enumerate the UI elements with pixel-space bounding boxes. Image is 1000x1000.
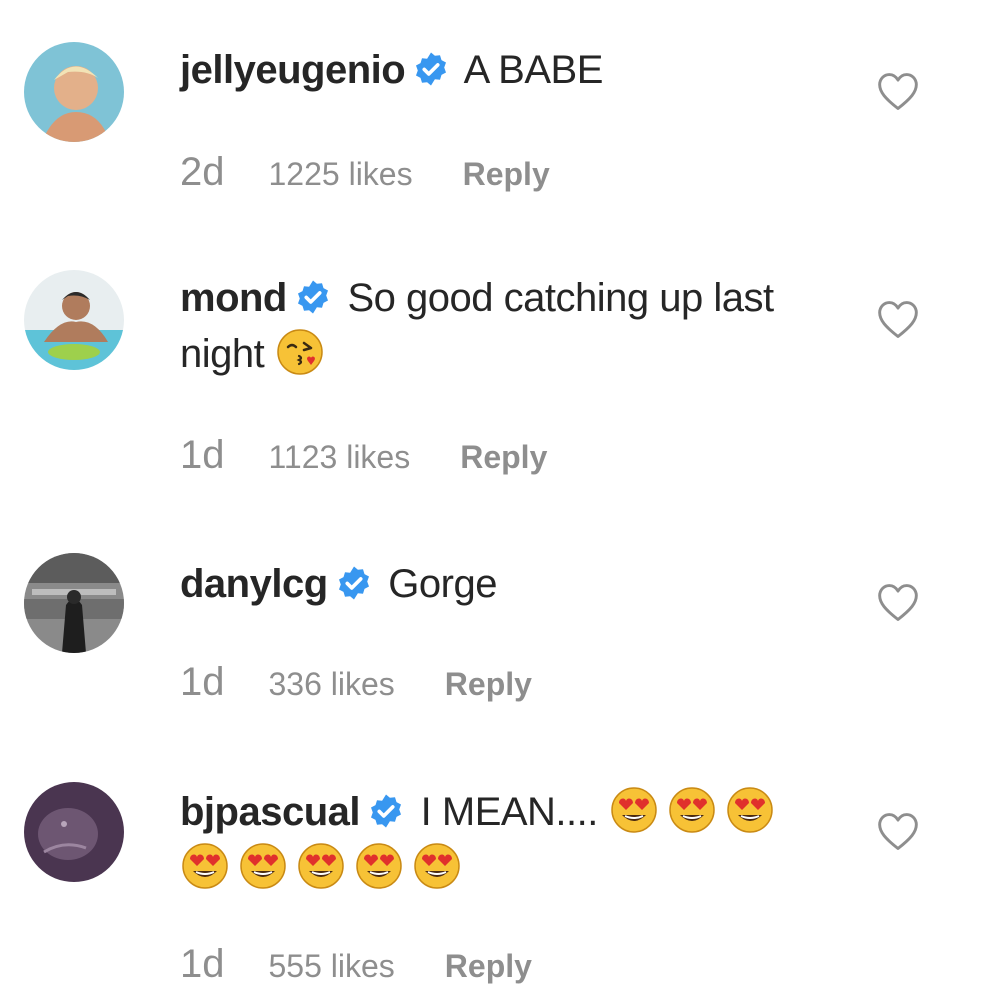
comment-text: Gorge [388, 562, 497, 606]
comment-likes[interactable]: 555 likes [269, 948, 395, 984]
heart-eyes-emoji [609, 785, 659, 835]
avatar[interactable] [24, 553, 124, 653]
comment-meta: 1d 336 likes Reply [180, 660, 532, 705]
reply-button[interactable]: Reply [445, 666, 532, 702]
comment-time[interactable]: 1d [180, 433, 225, 477]
heart-eyes-emoji [296, 841, 346, 891]
verified-badge-icon [413, 51, 449, 87]
avatar[interactable] [24, 42, 124, 142]
avatar-image [24, 270, 124, 370]
heart-eyes-emoji [354, 841, 404, 891]
verified-badge-icon [368, 793, 404, 829]
heart-outline-icon[interactable] [876, 298, 920, 342]
comment-time[interactable]: 1d [180, 942, 225, 986]
comment-username[interactable]: jellyeugenio [180, 48, 406, 92]
avatar[interactable] [24, 782, 124, 882]
comment-likes[interactable]: 1225 likes [269, 156, 413, 192]
avatar-image [24, 42, 124, 142]
avatar-image [24, 553, 124, 653]
face-blowing-kiss-emoji [275, 327, 325, 377]
heart-eyes-emoji [725, 785, 775, 835]
comment-username[interactable]: mond [180, 276, 287, 320]
comment-time[interactable]: 2d [180, 150, 225, 194]
avatar-image [24, 782, 124, 882]
reply-button[interactable]: Reply [445, 948, 532, 984]
verified-badge-icon [336, 565, 372, 601]
heart-eyes-emoji [180, 841, 230, 891]
comment-meta: 2d 1225 likes Reply [180, 150, 550, 195]
comment-username[interactable]: danylcg [180, 562, 328, 606]
heart-eyes-emoji [667, 785, 717, 835]
comments-list: jellyeugenio A BABE 2d 1225 likes Reply mo… [0, 0, 1000, 1000]
comment-meta: 1d 555 likes Reply [180, 942, 532, 987]
comment-likes[interactable]: 336 likes [269, 666, 395, 702]
reply-button[interactable]: Reply [463, 156, 550, 192]
comment-text: I MEAN.... [420, 790, 599, 834]
verified-badge-icon [295, 279, 331, 315]
reply-button[interactable]: Reply [460, 439, 547, 475]
heart-eyes-emoji [412, 841, 462, 891]
heart-outline-icon[interactable] [876, 70, 920, 114]
comment-time[interactable]: 1d [180, 660, 225, 704]
comment-likes[interactable]: 1123 likes [269, 439, 411, 475]
heart-eyes-emoji [238, 841, 288, 891]
comment-meta: 1d 1123 likes Reply [180, 433, 547, 478]
avatar[interactable] [24, 270, 124, 370]
comment-username[interactable]: bjpascual [180, 790, 361, 834]
heart-outline-icon[interactable] [876, 581, 920, 625]
heart-outline-icon[interactable] [876, 810, 920, 854]
comment-text: A BABE [463, 48, 604, 92]
